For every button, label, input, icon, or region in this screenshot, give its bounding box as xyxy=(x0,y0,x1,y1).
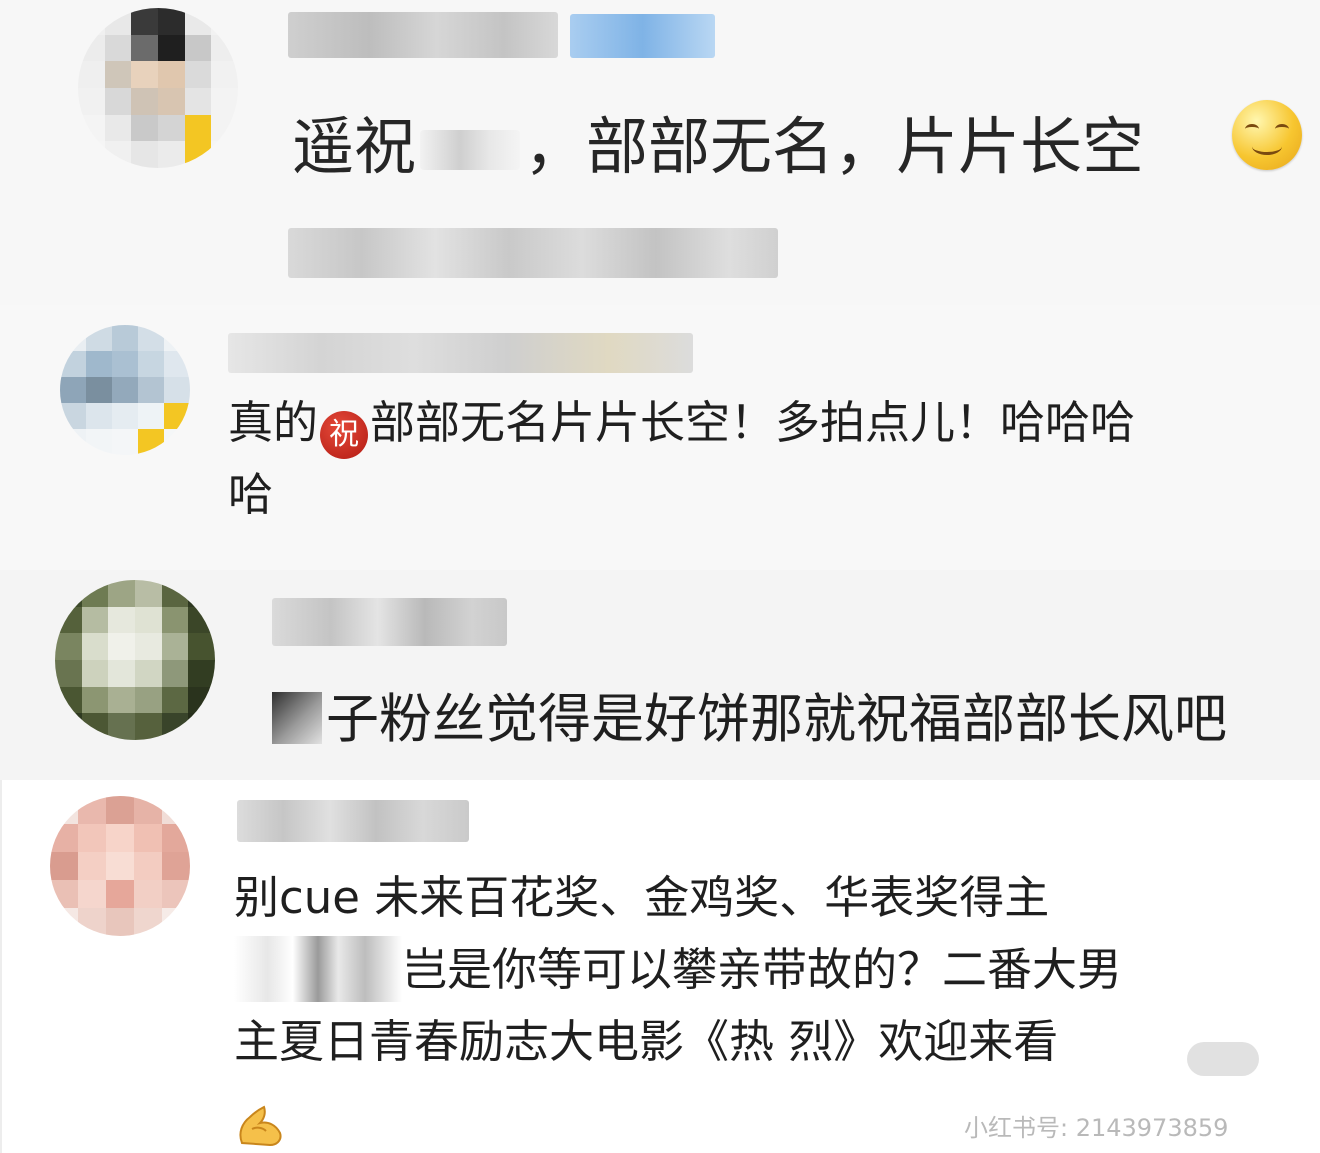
comment-line-1-rest: 部部无名片片长空！多拍点儿！哈哈哈 xyxy=(370,396,1136,449)
username-blurred[interactable] xyxy=(228,333,693,373)
comment-line-2: 哈 xyxy=(228,468,274,521)
avatar[interactable] xyxy=(55,580,215,740)
comment-card-2: 真的祝部部无名片片长空！多拍点儿！哈哈哈 哈 xyxy=(0,305,1320,570)
comment-line-1: 别cue 未来百花奖、金鸡奖、华表奖得主 xyxy=(234,871,1050,924)
username-blurred[interactable] xyxy=(272,598,507,646)
comment-card-4: 别cue 未来百花奖、金鸡奖、华表奖得主 岂是你等可以攀亲带故的？二番大男 主夏… xyxy=(0,780,1320,1153)
comment-text: 遥祝 ，部部无名，片片长空 xyxy=(292,96,1144,186)
smile-emoji-icon xyxy=(1232,100,1302,170)
comment-text: 子粉丝觉得是好饼那就祝福部部长风吧 xyxy=(326,689,1227,750)
comment-part-2: ，部部无名，片片长空 xyxy=(524,110,1145,183)
comment-card-3: 子粉丝觉得是好饼那就祝福部部长风吧 xyxy=(0,570,1320,780)
vip-tag-blurred xyxy=(570,14,715,58)
username-blurred[interactable] xyxy=(288,12,558,58)
watermark-text: 小红书号: 2143973859 xyxy=(964,1114,1229,1142)
avatar[interactable] xyxy=(50,796,190,936)
comment-prefix: 真的 xyxy=(228,396,319,449)
username-blurred[interactable] xyxy=(237,800,469,842)
comment-line-2: 岂是你等可以攀亲带故的？二番大男 xyxy=(402,943,1123,996)
censored-name xyxy=(420,130,521,170)
comment-line-3: 主夏日青春励志大电影《热 烈》欢迎来看 xyxy=(234,1015,1059,1068)
comment-part-1: 遥祝 xyxy=(292,110,417,183)
comment-line-1: 真的祝部部无名片片长空！多拍点儿！哈哈哈 xyxy=(228,393,1135,459)
timestamp-blurred xyxy=(288,228,778,278)
censored-char xyxy=(272,692,322,744)
avatar[interactable] xyxy=(60,325,190,455)
censored-name xyxy=(234,936,402,1002)
avatar[interactable] xyxy=(78,8,238,168)
zhu-badge-icon: 祝 xyxy=(320,411,369,459)
xiaohongshu-watermark-icon xyxy=(1187,1042,1259,1076)
comment-card-1: 遥祝 ，部部无名，片片长空 xyxy=(0,0,1320,305)
pray-emoji-icon xyxy=(239,1105,282,1147)
